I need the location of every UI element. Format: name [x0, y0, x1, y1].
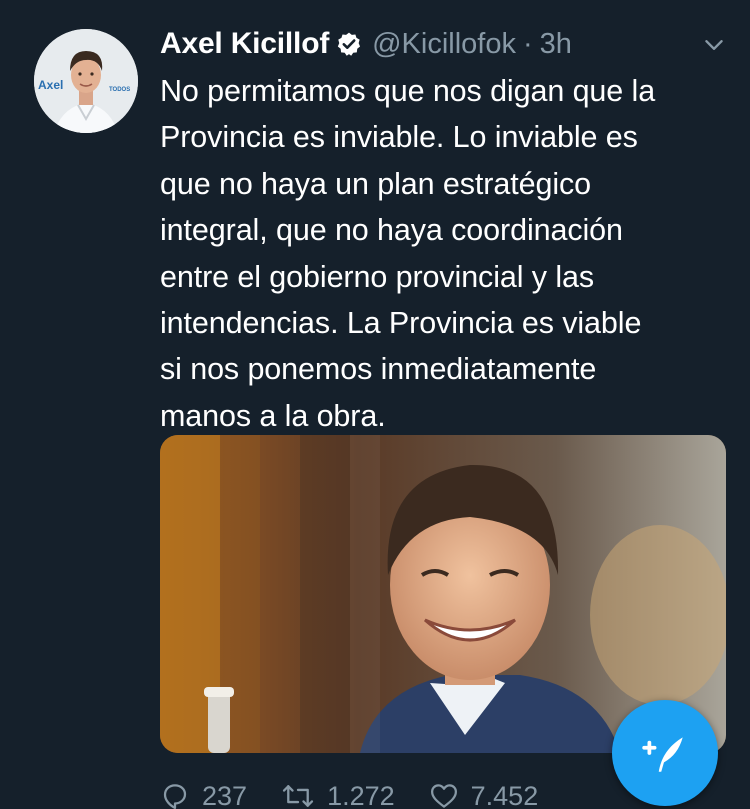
verified-badge-icon [336, 31, 362, 57]
reply-button[interactable]: 237 [160, 781, 247, 809]
heart-icon [430, 784, 457, 808]
avatar-label: Axel [38, 78, 63, 92]
tweet-text: No permitamos que nos digan que la Provi… [160, 68, 735, 439]
user-handle[interactable]: @Kicillofok [372, 28, 516, 61]
tweet-timestamp[interactable]: 3h [540, 28, 572, 61]
compose-tweet-icon [642, 737, 683, 772]
retweet-icon [282, 785, 314, 807]
tweet-text-line: entre el gobierno provincial y las [160, 259, 595, 294]
compose-tweet-button[interactable] [612, 700, 718, 806]
avatar[interactable]: Axel TODOS [34, 29, 138, 133]
tweet-text-line: manos a la obra. [160, 398, 386, 433]
tweet-text-line: integral, que no haya coordinación [160, 213, 623, 248]
tweet-action-bar: 237 1.272 7.452 [160, 776, 572, 809]
tweet-header: Axel Kicillof @Kicillofok · 3h [160, 24, 572, 64]
avatar-image: Axel TODOS [34, 29, 138, 133]
tweet-text-line: No permitamos que nos digan que la [160, 74, 656, 108]
like-button[interactable]: 7.452 [429, 780, 539, 809]
tweet-text-line: Provincia es inviable. Lo inviable es [160, 120, 638, 155]
tweet-text-line: que no haya un plan estratégico [160, 166, 592, 201]
tweet-screen: Axel TODOS Axel Kicillof @Kicillofok · 3… [0, 0, 750, 809]
retweet-count: 1.272 [327, 780, 395, 809]
reply-icon [163, 784, 187, 809]
reply-count: 237 [202, 780, 248, 809]
like-count: 7.452 [470, 780, 539, 809]
separator-dot: · [522, 27, 533, 60]
retweet-button[interactable]: 1.272 [281, 781, 395, 809]
chevron-down-icon[interactable] [701, 32, 727, 58]
avatar-badge: TODOS [109, 87, 130, 93]
display-name[interactable]: Axel Kicillof [160, 27, 329, 61]
tweet-text-line: intendencias. La Provincia es viable [160, 306, 642, 341]
tweet-text-line: si nos ponemos inmediatamente [160, 352, 597, 387]
